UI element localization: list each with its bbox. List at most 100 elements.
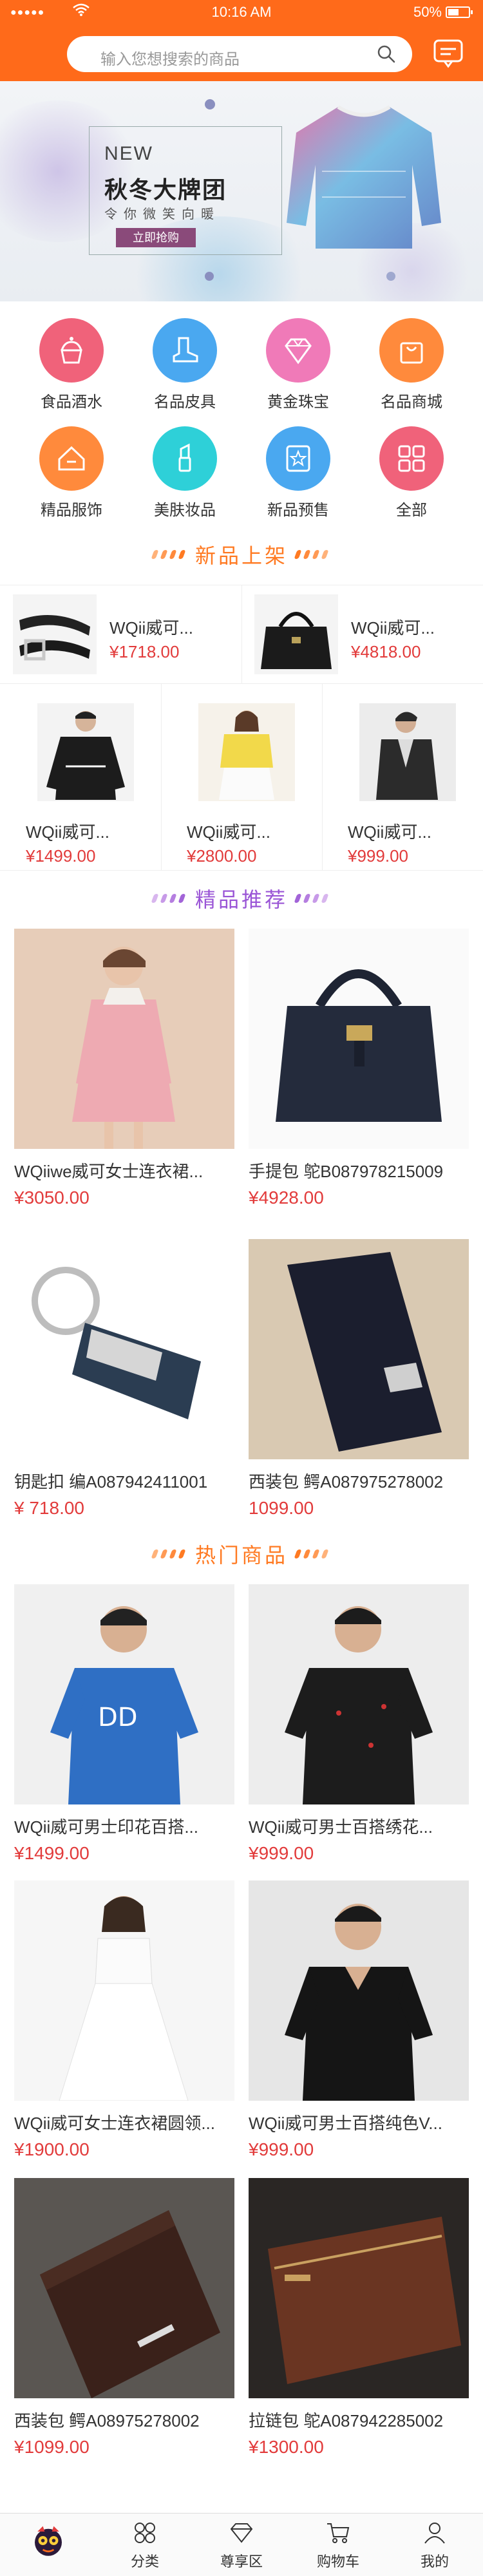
product-card[interactable]: WQii威可女士连衣裙圆领... ¥1900.00 (14, 1880, 234, 2160)
product-card[interactable]: 西装包 鳄A08975278002 ¥1099.00 (14, 2178, 234, 2458)
product-card[interactable]: WQii威可... ¥2800.00 (161, 684, 322, 871)
product-name: 手提包 鸵B087978215009 (249, 1162, 444, 1181)
promo-banner[interactable]: NEW 秋冬大牌团 令你微笑向暖 立即抢购 (0, 81, 483, 301)
tab-category[interactable]: 分类 (97, 2514, 193, 2576)
cake-icon (39, 318, 104, 383)
product-price: ¥2800.00 (187, 846, 257, 866)
category-jewelry[interactable]: 黄金珠宝 (250, 318, 346, 411)
product-card[interactable]: WQii威可... ¥1499.00 (0, 684, 161, 871)
grid-icon (379, 426, 444, 491)
product-price: ¥4818.00 (351, 642, 421, 661)
new-arrivals-row: WQii威可... ¥1718.00 WQii威可... ¥4818.00 (0, 585, 483, 684)
pink-dress-image (14, 929, 234, 1149)
product-card[interactable]: 钥匙扣 编A087942411001 ¥ 718.00 (14, 1239, 234, 1519)
banner-ornament (205, 272, 214, 281)
product-name: WQii威可男士百搭纯色V... (249, 2114, 442, 2133)
product-card[interactable]: 拉链包 鸵A087942285002 ¥1300.00 (249, 2178, 469, 2458)
product-card[interactable]: 手提包 鸵B087978215009 ¥4928.00 (249, 929, 469, 1208)
mascot-icon (35, 2526, 62, 2556)
wallet-image (249, 1239, 469, 1459)
product-card[interactable]: DD WQii威可男士印花百搭... ¥1499.00 (14, 1584, 234, 1864)
search-input[interactable]: 输入您想搜索的商品 (67, 36, 412, 72)
category-food[interactable]: 食品酒水 (23, 318, 120, 411)
lipstick-icon (153, 426, 217, 491)
star-badge-icon (266, 426, 330, 491)
product-price: ¥1099.00 (14, 2437, 90, 2457)
black-polo-image (249, 1584, 469, 1804)
handbag-image (249, 929, 469, 1149)
product-name: WQii威可... (187, 822, 270, 842)
tab-profile[interactable]: 我的 (386, 2514, 483, 2576)
belt-image (13, 594, 97, 674)
search-icon[interactable] (376, 44, 397, 64)
battery-icon (446, 6, 473, 18)
product-card[interactable]: WQii威可... ¥4818.00 (242, 585, 483, 685)
product-price: ¥1718.00 (109, 642, 180, 661)
banner-buy-button[interactable]: 立即抢购 (116, 228, 196, 247)
clothing-icon (39, 426, 104, 491)
product-name: 钥匙扣 编A087942411001 (14, 1472, 208, 1492)
search-placeholder: 输入您想搜索的商品 (100, 51, 240, 68)
banner-ornament (386, 272, 395, 281)
tab-cart[interactable]: 购物车 (290, 2514, 386, 2576)
title-decoration (290, 894, 336, 903)
product-price: ¥4928.00 (249, 1188, 324, 1208)
product-card[interactable]: WQii威可... ¥1718.00 (0, 585, 242, 685)
category-mall[interactable]: 名品商城 (363, 318, 460, 411)
title-decoration (147, 894, 193, 903)
product-name: WQiiwe威可女士连衣裙... (14, 1162, 204, 1181)
product-price: 1099.00 (249, 1498, 314, 1518)
tab-label: 分类 (130, 2553, 159, 2570)
section-title-new: 新品上架 (0, 540, 483, 572)
product-name: WQii威可... (109, 618, 193, 638)
status-bar: ●●●●● 10:16 AM 50% (0, 0, 483, 24)
product-card[interactable]: WQii威可男士百搭纯色V... ¥999.00 (249, 1880, 469, 2160)
product-name: WQii威可男士百搭绣花... (249, 1817, 433, 1837)
product-card[interactable]: WQii威可... ¥999.00 (322, 684, 483, 871)
white-dress-image (14, 1880, 234, 2101)
title-decoration (290, 1549, 336, 1558)
user-icon (424, 2523, 445, 2544)
section-title-text: 新品上架 (194, 544, 288, 567)
banner-subtitle: 令你微笑向暖 (104, 207, 220, 222)
tab-label: 我的 (420, 2553, 449, 2570)
category-cosmetics[interactable]: 美肤妆品 (137, 426, 233, 519)
title-decoration (147, 1549, 193, 1558)
diamond-icon (266, 318, 330, 383)
category-label: 名品皮具 (154, 393, 216, 411)
message-icon[interactable] (433, 39, 464, 68)
cart-icon (327, 2523, 350, 2543)
banner-tag: NEW (104, 143, 153, 164)
product-name: WQii威可... (348, 822, 431, 842)
category-apparel[interactable]: 精品服饰 (23, 426, 120, 519)
status-time: 10:16 AM (211, 4, 272, 20)
category-leather[interactable]: 名品皮具 (137, 318, 233, 411)
yellow-top-image (198, 703, 295, 801)
product-price: ¥999.00 (249, 1843, 314, 1863)
app-header: ●●●●● 10:16 AM 50% 输入您想搜索的商品 (0, 0, 483, 81)
new-arrivals-row: WQii威可... ¥1499.00 WQii威可... ¥2800.00 WQ… (0, 684, 483, 871)
category-grid: 食品酒水 名品皮具 黄金珠宝 名品商城 精品服饰 美肤妆品 新品预售 全部 (0, 318, 483, 523)
category-label: 美肤妆品 (154, 502, 216, 519)
product-name: WQii威可男士印花百搭... (14, 1817, 198, 1837)
product-price: ¥ 718.00 (14, 1498, 84, 1518)
banner-ornament (205, 99, 215, 109)
mens-jacket-image (359, 703, 456, 801)
section-title-hot: 热门商品 (0, 1539, 483, 1571)
product-price: ¥1499.00 (14, 1843, 90, 1863)
banner-title: 秋冬大牌团 (104, 176, 227, 203)
product-name: 西装包 鳄A087975278002 (249, 1472, 444, 1492)
product-card[interactable]: 西装包 鳄A087975278002 1099.00 (249, 1239, 469, 1519)
product-card[interactable]: WQii威可男士百搭绣花... ¥999.00 (249, 1584, 469, 1864)
title-decoration (290, 550, 336, 559)
category-label: 全部 (396, 502, 427, 519)
tab-vip[interactable]: 尊享区 (193, 2514, 290, 2576)
category-all[interactable]: 全部 (363, 426, 460, 519)
product-card[interactable]: WQiiwe威可女士连衣裙... ¥3050.00 (14, 929, 234, 1208)
section-title-text: 精品推荐 (194, 888, 288, 911)
sweater-image (287, 105, 441, 249)
tab-home[interactable] (0, 2514, 97, 2576)
category-label: 新品预售 (267, 502, 329, 519)
category-label: 食品酒水 (41, 393, 102, 411)
category-presale[interactable]: 新品预售 (250, 426, 346, 519)
